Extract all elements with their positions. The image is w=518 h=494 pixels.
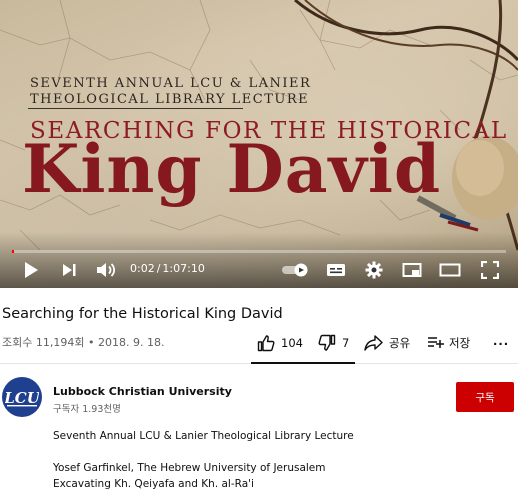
description-line: Excavating Kh. Qeiyafa and Kh. al-Ra'i bbox=[53, 478, 254, 490]
dislike-button[interactable]: 7 bbox=[318, 333, 349, 353]
video-player[interactable]: SEVENTH ANNUAL LCU & LANIER THEOLOGICAL … bbox=[0, 0, 518, 288]
lecture-series-line1: SEVENTH ANNUAL LCU & LANIER bbox=[30, 76, 312, 91]
subscribe-button[interactable]: 구독 bbox=[456, 382, 514, 412]
progress-played bbox=[12, 250, 14, 253]
upload-date: 2018. 9. 18. bbox=[97, 336, 165, 349]
divider bbox=[28, 108, 243, 109]
miniplayer-icon bbox=[402, 263, 422, 277]
thumbs-up-icon bbox=[257, 335, 275, 352]
channel-name[interactable]: Lubbock Christian University bbox=[53, 385, 232, 398]
mute-button[interactable] bbox=[94, 258, 118, 282]
description-line: Yosef Garfinkel, The Hebrew University o… bbox=[53, 462, 326, 474]
avatar-text: LCU bbox=[5, 389, 39, 407]
miniplayer-button[interactable] bbox=[400, 258, 424, 282]
thumbnail-title: King David bbox=[22, 130, 442, 208]
like-button[interactable]: 104 bbox=[257, 333, 303, 353]
save-button[interactable]: 저장 bbox=[427, 333, 470, 353]
volume-icon bbox=[97, 263, 116, 277]
channel-avatar[interactable]: LCU bbox=[2, 377, 42, 417]
share-label: 공유 bbox=[389, 336, 411, 350]
view-count: 조회수 11,194회 bbox=[2, 336, 85, 349]
like-count: 104 bbox=[281, 336, 303, 350]
description-line: Seventh Annual LCU & Lanier Theological … bbox=[53, 430, 354, 442]
autoplay-toggle[interactable] bbox=[280, 258, 310, 282]
theater-mode-icon bbox=[439, 263, 461, 277]
video-title: Searching for the Historical King David bbox=[2, 306, 283, 322]
time-display: 0:02/1:07:10 bbox=[130, 262, 205, 275]
thumbs-down-icon bbox=[318, 334, 336, 351]
progress-bar[interactable] bbox=[12, 250, 506, 253]
theater-mode-button[interactable] bbox=[438, 258, 462, 282]
current-time: 0:02 bbox=[130, 262, 155, 275]
more-label: ... bbox=[493, 334, 510, 348]
fullscreen-icon bbox=[481, 261, 499, 279]
like-ratio-bar bbox=[251, 362, 355, 364]
lcu-logo: LCU bbox=[5, 389, 39, 407]
save-label: 저장 bbox=[449, 336, 471, 350]
subscriber-count: 구독자 1.93천명 bbox=[53, 404, 121, 415]
gear-icon bbox=[365, 261, 383, 279]
add-to-playlist-icon bbox=[428, 337, 444, 348]
captions-icon bbox=[327, 264, 345, 276]
lecture-series-line2: THEOLOGICAL LIBRARY LECTURE bbox=[30, 92, 310, 107]
play-icon bbox=[25, 262, 38, 278]
settings-button[interactable] bbox=[362, 258, 386, 282]
share-button[interactable]: 공유 bbox=[364, 333, 410, 353]
autoplay-toggle-icon bbox=[282, 263, 308, 277]
fullscreen-button[interactable] bbox=[478, 258, 502, 282]
next-button[interactable] bbox=[58, 258, 80, 282]
more-actions-button[interactable]: ... bbox=[493, 331, 509, 351]
play-button[interactable] bbox=[20, 258, 42, 282]
captions-button[interactable] bbox=[324, 258, 348, 282]
video-meta: 조회수 11,194회 • 2018. 9. 18. bbox=[2, 334, 164, 350]
meta-separator: • bbox=[87, 336, 95, 349]
next-icon bbox=[63, 264, 76, 276]
duration: 1:07:10 bbox=[162, 262, 205, 275]
dislike-count: 7 bbox=[342, 336, 350, 350]
time-separator: / bbox=[156, 262, 161, 275]
share-icon bbox=[364, 335, 383, 351]
